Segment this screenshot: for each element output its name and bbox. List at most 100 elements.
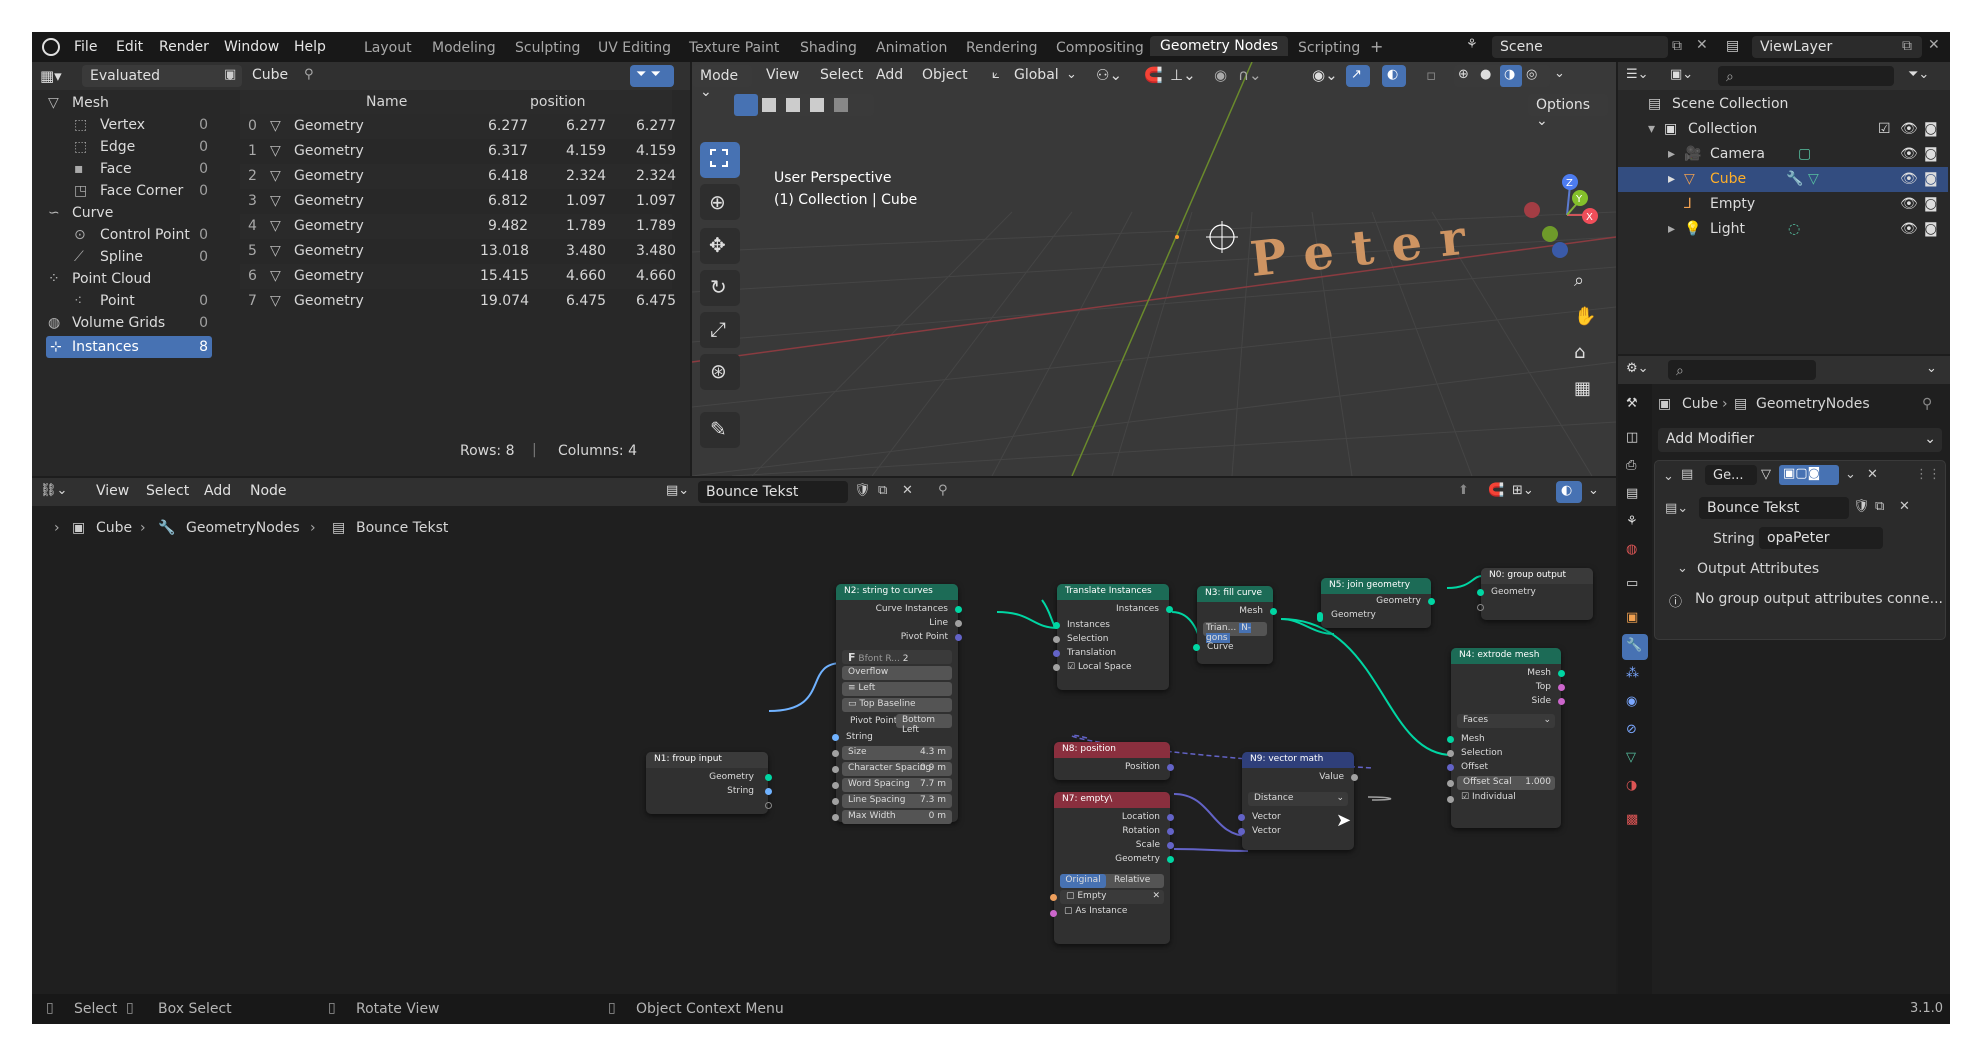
- cursor-tool[interactable]: ⊕: [700, 184, 740, 220]
- socket[interactable]: [765, 788, 772, 795]
- individual-checkbox[interactable]: ☑ Individual: [1461, 792, 1516, 802]
- collection-tab-icon[interactable]: ▭: [1622, 572, 1648, 598]
- transform-space-toggle[interactable]: Original Relative: [1060, 874, 1164, 888]
- table-row[interactable]: 2 ▽ Geometry 6.418 2.324 2.324: [240, 164, 676, 189]
- socket[interactable]: [1238, 814, 1245, 821]
- outliner-search-input[interactable]: ⌕: [1718, 66, 1894, 86]
- node-string-to-curves[interactable]: N2: string to curves Curve Instances Lin…: [832, 584, 962, 824]
- node-header[interactable]: N8: position: [1054, 742, 1170, 758]
- tab-scripting[interactable]: Scripting: [1298, 38, 1360, 58]
- sidebar-item-mesh[interactable]: ▽ Mesh: [42, 92, 212, 114]
- menu-file[interactable]: File: [74, 39, 97, 55]
- outliner-row-collection[interactable]: ▾ ▣ Collection ☑ 👁 ◙: [1618, 117, 1948, 142]
- table-row[interactable]: 4 ▽ Geometry 9.482 1.789 1.789: [240, 214, 676, 239]
- socket[interactable]: [1477, 589, 1484, 596]
- outliner-editor-type-icon[interactable]: ☰⌄: [1626, 67, 1649, 82]
- overlays-toggle[interactable]: ◐: [1382, 65, 1406, 87]
- align-y-dropdown[interactable]: ▭ Top Baseline: [842, 698, 952, 712]
- navigation-gizmo[interactable]: Z X Y: [1522, 170, 1602, 260]
- offset-scale-field[interactable]: Offset Scal 1.000: [1457, 776, 1555, 790]
- pan-hand-icon[interactable]: ✋: [1568, 304, 1598, 334]
- fake-user-icon[interactable]: 🛡: [1853, 499, 1870, 514]
- socket[interactable]: [1447, 780, 1454, 787]
- socket[interactable]: [1558, 670, 1565, 677]
- socket[interactable]: [1166, 606, 1173, 613]
- node-editor[interactable]: ⛓⌄ View Select Add Node ▤⌄ Bounce Tekst …: [32, 478, 1616, 1024]
- select-mode-buttons[interactable]: [734, 94, 874, 116]
- options-dropdown[interactable]: Options ⌄: [1528, 94, 1608, 129]
- select-subtract-icon[interactable]: [786, 98, 800, 112]
- socket[interactable]: [1167, 842, 1174, 849]
- eye-icon[interactable]: 👁: [1900, 196, 1918, 212]
- remove-scene-icon[interactable]: ✕: [1696, 37, 1708, 53]
- gizmo-toggle[interactable]: ↗: [1346, 65, 1370, 87]
- extrude-mode-dropdown[interactable]: Faces ⌄: [1457, 714, 1555, 728]
- rotate-tool[interactable]: ↻: [700, 270, 740, 306]
- chevron-right-icon[interactable]: ▸: [1668, 171, 1675, 187]
- proportional-edit-icon[interactable]: ◉: [1214, 66, 1227, 84]
- sidebar-item-volume-grids[interactable]: ◍ Volume Grids 0: [42, 312, 212, 334]
- tool-tab-icon[interactable]: ⚒: [1622, 392, 1648, 418]
- sidebar-item-spline[interactable]: ⟋ Spline 0: [42, 246, 212, 268]
- socket[interactable]: [832, 814, 839, 821]
- tab-animation[interactable]: Animation: [876, 38, 947, 58]
- size-field[interactable]: Size 4.3 m: [842, 746, 952, 760]
- node-header[interactable]: N4: extrode mesh: [1451, 648, 1561, 664]
- outliner-filter-icon[interactable]: ⏷⌄: [1908, 67, 1929, 82]
- node-position[interactable]: N8: position Position: [1054, 742, 1174, 780]
- camera-render-icon[interactable]: ◙: [1924, 171, 1938, 187]
- properties-editor-type-icon[interactable]: ⚙⌄: [1626, 361, 1649, 376]
- table-row[interactable]: 1 ▽ Geometry 6.317 4.159 4.159: [240, 139, 676, 164]
- object-field[interactable]: ▢ Empty ✕: [1060, 890, 1164, 904]
- tab-sculpting[interactable]: Sculpting: [515, 38, 580, 58]
- align-x-dropdown[interactable]: ≡ Left: [842, 682, 952, 696]
- display-mode-icon[interactable]: ▣⌄: [1670, 67, 1693, 82]
- wireframe-shading-icon[interactable]: ⊕: [1458, 67, 1469, 82]
- tab-shading[interactable]: Shading: [800, 38, 857, 58]
- word-spacing-field[interactable]: Word Spacing 7.7 m: [842, 778, 952, 792]
- socket[interactable]: [1053, 664, 1060, 671]
- select-new-icon[interactable]: [734, 94, 758, 116]
- pin-icon[interactable]: ⚲: [1922, 396, 1932, 412]
- fill-mode-toggle[interactable]: Trian... N-gons: [1203, 622, 1267, 643]
- tab-compositing[interactable]: Compositing: [1056, 38, 1144, 58]
- object-menu[interactable]: Object: [922, 67, 968, 83]
- modifier-tab-icon[interactable]: 🔧: [1622, 634, 1648, 660]
- socket[interactable]: [1351, 774, 1358, 781]
- node-tree-field[interactable]: Bounce Tekst: [1699, 497, 1849, 519]
- camera-render-icon[interactable]: ◙: [1924, 196, 1938, 212]
- socket[interactable]: [765, 802, 772, 809]
- socket[interactable]: [1053, 636, 1060, 643]
- node-header[interactable]: N1: froup input: [646, 752, 768, 768]
- node-header[interactable]: Translate Instances: [1057, 584, 1169, 600]
- chevron-down-icon[interactable]: ▾: [1648, 121, 1655, 137]
- render-tab-icon[interactable]: ◫: [1622, 426, 1648, 452]
- math-operation-dropdown[interactable]: Distance ⌄: [1248, 792, 1348, 806]
- new-scene-icon[interactable]: ⧉: [1672, 38, 1682, 54]
- spreadsheet-editor-type-icon[interactable]: ▦▾: [40, 67, 62, 85]
- node-header[interactable]: N7: empty\: [1054, 792, 1170, 808]
- sidebar-item-face[interactable]: ▪ Face 0: [42, 158, 212, 180]
- menu-help[interactable]: Help: [294, 39, 326, 55]
- remove-modifier-icon[interactable]: ✕: [1867, 467, 1878, 482]
- move-tool[interactable]: ✥: [700, 228, 740, 264]
- constraints-tab-icon[interactable]: ⊘: [1622, 718, 1648, 744]
- socket[interactable]: [1193, 644, 1200, 651]
- socket[interactable]: [1428, 598, 1435, 605]
- select-invert-icon[interactable]: [810, 98, 824, 112]
- blender-logo-icon[interactable]: [42, 38, 60, 56]
- overflow-dropdown[interactable]: Overflow: [842, 666, 952, 680]
- outliner-row-light[interactable]: ▸ 💡 Light ◌ 👁 ◙: [1618, 217, 1948, 242]
- modifier-name-field[interactable]: Ge...: [1705, 465, 1757, 485]
- node-header[interactable]: N2: string to curves: [836, 584, 958, 600]
- tab-layout[interactable]: Layout: [364, 38, 412, 58]
- table-row[interactable]: 0 ▽ Geometry 6.277 6.277 6.277: [240, 114, 676, 139]
- camera-view-icon[interactable]: ⌂: [1568, 340, 1598, 370]
- socket[interactable]: [1167, 856, 1174, 863]
- select-menu[interactable]: Select: [820, 67, 863, 83]
- mode-dropdown[interactable]: Mode ⌄: [692, 65, 752, 100]
- chevron-right-icon[interactable]: ▸: [1668, 146, 1675, 162]
- scene-tab-icon[interactable]: ⚘: [1622, 510, 1648, 536]
- col-header-name[interactable]: Name: [366, 94, 407, 110]
- output-tab-icon[interactable]: ⎙: [1622, 454, 1648, 480]
